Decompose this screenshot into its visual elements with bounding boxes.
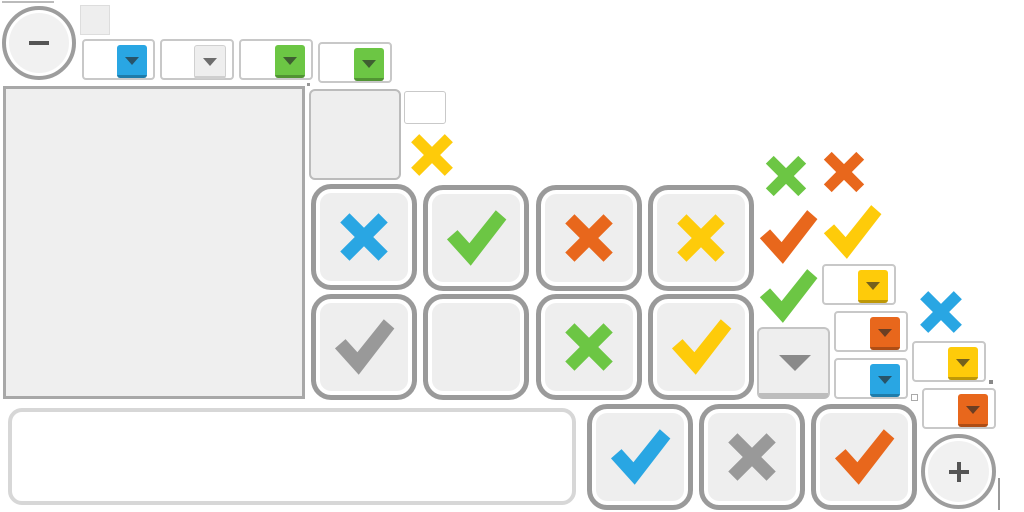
dropdown-blue-2[interactable] — [834, 358, 908, 399]
dropdown-arrow-icon — [275, 45, 305, 78]
dropdown-arrow-icon — [117, 45, 147, 78]
dropdown-orange-2[interactable] — [922, 388, 996, 429]
dropdown-green[interactable] — [239, 39, 313, 80]
zoom-out-button[interactable] — [2, 6, 76, 80]
free-mark-icon — [756, 264, 820, 328]
free-mark-4[interactable] — [756, 205, 820, 267]
free-mark-7[interactable] — [912, 283, 970, 341]
free-mark-1[interactable] — [403, 126, 461, 184]
free-mark-icon — [912, 283, 970, 341]
free-mark-icon — [820, 200, 884, 264]
dropdown-gray[interactable] — [160, 39, 234, 80]
tile-11[interactable] — [811, 404, 917, 510]
tile-3[interactable] — [536, 185, 642, 291]
tiny-dot-marker-2 — [307, 83, 310, 86]
tiny-square-marker — [911, 394, 918, 401]
text-input-box[interactable] — [8, 408, 576, 505]
dropdown-arrow-icon — [870, 317, 900, 350]
empty-checkbox[interactable] — [404, 91, 446, 124]
free-mark-icon — [758, 148, 814, 204]
free-mark-2[interactable] — [758, 148, 814, 204]
top-left-divider — [2, 1, 54, 3]
plus-icon-vertical — [956, 461, 961, 482]
tile-8[interactable] — [648, 294, 754, 400]
preview-panel — [3, 86, 305, 399]
tile-7[interactable] — [536, 294, 642, 400]
free-mark-5[interactable] — [820, 200, 884, 262]
free-mark-3[interactable] — [816, 144, 872, 200]
dropdown-yellow[interactable] — [822, 264, 896, 305]
tile-10[interactable] — [699, 404, 805, 510]
empty-swatch — [80, 5, 110, 35]
tile-4[interactable] — [648, 185, 754, 291]
dropdown-orange[interactable] — [834, 311, 908, 352]
free-mark-icon — [403, 126, 461, 184]
dropdown-arrow-icon — [958, 394, 988, 427]
dropdown-green-2[interactable] — [318, 42, 392, 83]
chevron-down-icon — [779, 355, 811, 371]
tile-5[interactable] — [311, 294, 417, 400]
small-tile-panel[interactable] — [309, 89, 401, 180]
dropdown-arrow-icon — [870, 364, 900, 397]
dropdown-arrow-icon — [948, 347, 978, 380]
tiny-dot-marker — [989, 380, 993, 384]
dropdown-arrow-icon — [858, 270, 888, 303]
tile-1[interactable] — [311, 184, 417, 290]
dropdown-blue[interactable] — [82, 39, 155, 80]
tile-9[interactable] — [587, 404, 693, 510]
minus-icon — [29, 41, 49, 45]
free-mark-6[interactable] — [756, 264, 820, 326]
zoom-in-button[interactable] — [921, 434, 996, 509]
tile-2[interactable] — [423, 185, 529, 291]
dropdown-arrow-icon — [194, 45, 226, 79]
bottom-right-divider — [998, 478, 1000, 510]
tile-6[interactable] — [423, 294, 529, 400]
dropdown-arrow-icon — [354, 48, 384, 81]
dropdown-yellow-2[interactable] — [912, 341, 986, 382]
gray-dropdown-button[interactable] — [757, 327, 830, 399]
free-mark-icon — [816, 144, 872, 200]
free-mark-icon — [756, 205, 820, 269]
